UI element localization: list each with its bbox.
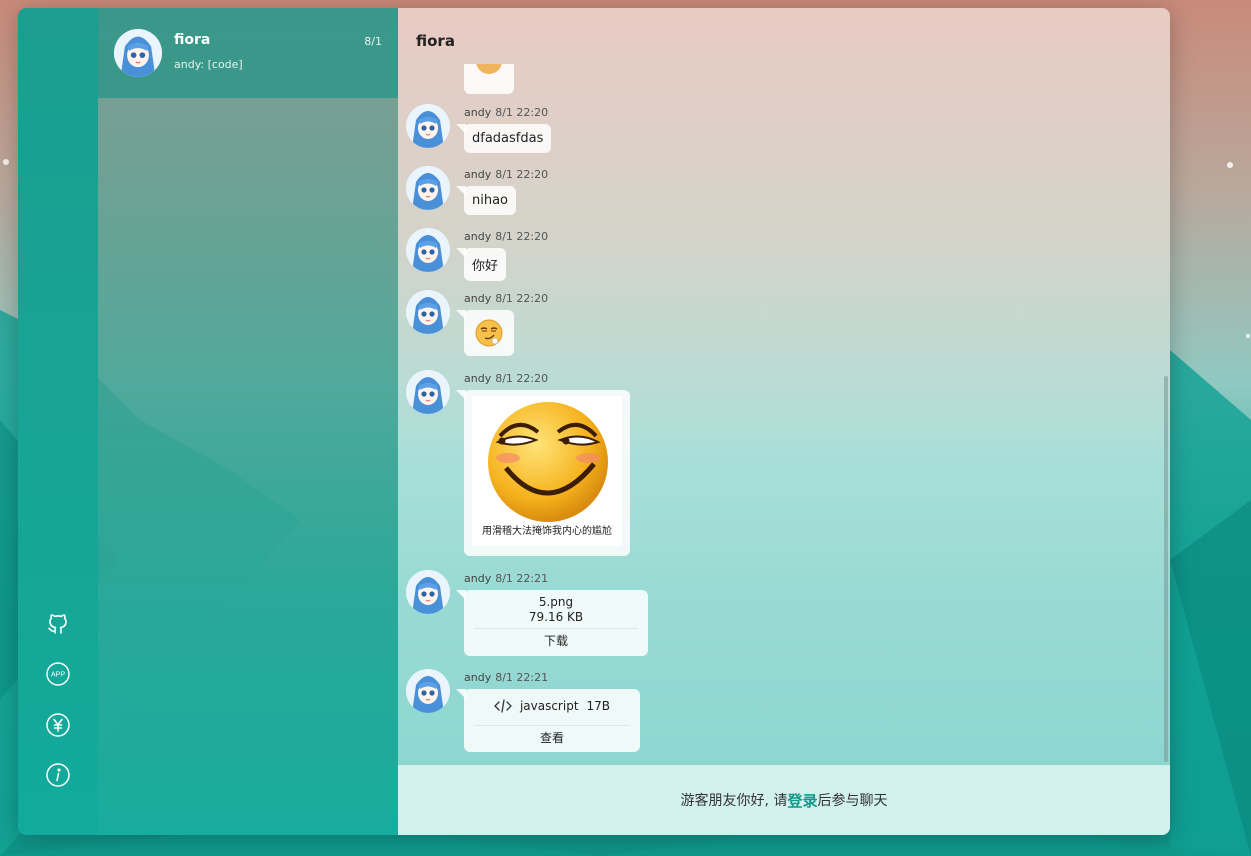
avatar[interactable] bbox=[406, 228, 450, 272]
file-bubble: 5.png 79.16 KB 下载 bbox=[456, 590, 648, 656]
message-username: andy bbox=[464, 292, 492, 305]
image-message[interactable]: 用滑稽大法掩饰我内心的尴尬 bbox=[472, 396, 622, 546]
avatar bbox=[114, 29, 162, 77]
info-icon[interactable] bbox=[46, 763, 70, 787]
message-meta: andy 8/1 22:20 bbox=[464, 230, 548, 243]
yen-icon[interactable] bbox=[46, 713, 70, 737]
divider bbox=[474, 725, 630, 726]
avatar[interactable] bbox=[406, 166, 450, 210]
image-bubble[interactable]: 用滑稽大法掩饰我内心的尴尬 bbox=[456, 390, 630, 556]
message-meta: andy 8/1 22:21 bbox=[464, 671, 548, 684]
message-time: 8/1 22:20 bbox=[495, 230, 549, 243]
chat-footer: 游客朋友你好, 请 登录 后参与聊天 bbox=[398, 765, 1170, 835]
message-meta: andy 8/1 22:20 bbox=[464, 292, 548, 305]
code-info: javascript 17B bbox=[464, 699, 640, 713]
code-bubble: javascript 17B 查看 bbox=[456, 689, 640, 752]
app-icon-label: APP bbox=[51, 672, 65, 679]
expression-icon bbox=[476, 64, 502, 74]
app-icon[interactable]: APP bbox=[46, 662, 70, 686]
chat-header: fiora bbox=[398, 8, 1170, 68]
sidebar: APP bbox=[18, 8, 98, 835]
file-name: 5.png bbox=[538, 595, 574, 609]
message-time: 8/1 22:20 bbox=[495, 168, 549, 181]
message-username: andy bbox=[464, 372, 492, 385]
avatar[interactable] bbox=[406, 570, 450, 614]
guest-prompt-prefix: 游客朋友你好, 请 bbox=[680, 793, 788, 809]
message-meta: andy 8/1 22:20 bbox=[464, 168, 548, 181]
message-username: andy bbox=[464, 572, 492, 585]
message-bubble: nihao bbox=[455, 186, 517, 215]
login-link[interactable]: 登录 bbox=[787, 790, 817, 811]
message-meta: andy 8/1 22:20 bbox=[464, 106, 548, 119]
guest-prompt-suffix: 后参与聊天 bbox=[817, 793, 888, 809]
scrollbar[interactable] bbox=[1164, 376, 1168, 762]
message-time: 8/1 22:21 bbox=[495, 572, 549, 585]
avatar[interactable] bbox=[406, 104, 450, 148]
message-time: 8/1 22:20 bbox=[495, 292, 549, 305]
chat-panel: fiora andy 8/1 22:20 dfadasfdas andy 8/1 2… bbox=[398, 8, 1170, 835]
message-username: andy bbox=[464, 671, 492, 684]
linkman-list: fiora 8/1 andy: [code] bbox=[98, 8, 398, 835]
message-time: 8/1 22:20 bbox=[495, 106, 549, 119]
divider bbox=[474, 628, 638, 629]
code-icon bbox=[494, 699, 512, 713]
message-username: andy bbox=[464, 106, 492, 119]
message-username: andy bbox=[464, 168, 492, 181]
avatar[interactable] bbox=[406, 290, 450, 334]
message-meta: andy 8/1 22:20 bbox=[464, 372, 548, 385]
download-button[interactable]: 下载 bbox=[464, 632, 648, 649]
avatar[interactable] bbox=[406, 669, 450, 713]
linkman-item[interactable]: fiora 8/1 andy: [code] bbox=[98, 8, 398, 98]
chat-title: fiora bbox=[416, 32, 455, 50]
linkman-preview: andy: [code] bbox=[174, 58, 243, 71]
funny-face-image bbox=[488, 402, 608, 522]
image-caption: 用滑稽大法掩饰我内心的尴尬 bbox=[482, 526, 612, 537]
message-bubble: dfadasfdas bbox=[455, 124, 552, 153]
message-time: 8/1 22:20 bbox=[495, 372, 549, 385]
code-size: 17B bbox=[586, 699, 611, 713]
view-code-button[interactable]: 查看 bbox=[464, 729, 640, 746]
github-icon[interactable] bbox=[46, 612, 70, 636]
file-size: 79.16 KB bbox=[528, 610, 584, 624]
message-bubble: 你好 bbox=[455, 248, 507, 281]
expression-icon bbox=[475, 319, 503, 347]
linkman-name: fiora bbox=[174, 32, 211, 48]
message-meta: andy 8/1 22:21 bbox=[464, 572, 548, 585]
previous-message-bubble bbox=[464, 64, 514, 94]
expression-bubble bbox=[456, 310, 514, 356]
code-language: javascript bbox=[519, 699, 579, 713]
message-username: andy bbox=[464, 230, 492, 243]
avatar[interactable] bbox=[406, 370, 450, 414]
linkman-time: 8/1 bbox=[364, 35, 382, 48]
chat-app-window: APP fiora 8/1 andy: [code] fiora andy 8/… bbox=[18, 8, 1170, 835]
message-time: 8/1 22:21 bbox=[495, 671, 549, 684]
